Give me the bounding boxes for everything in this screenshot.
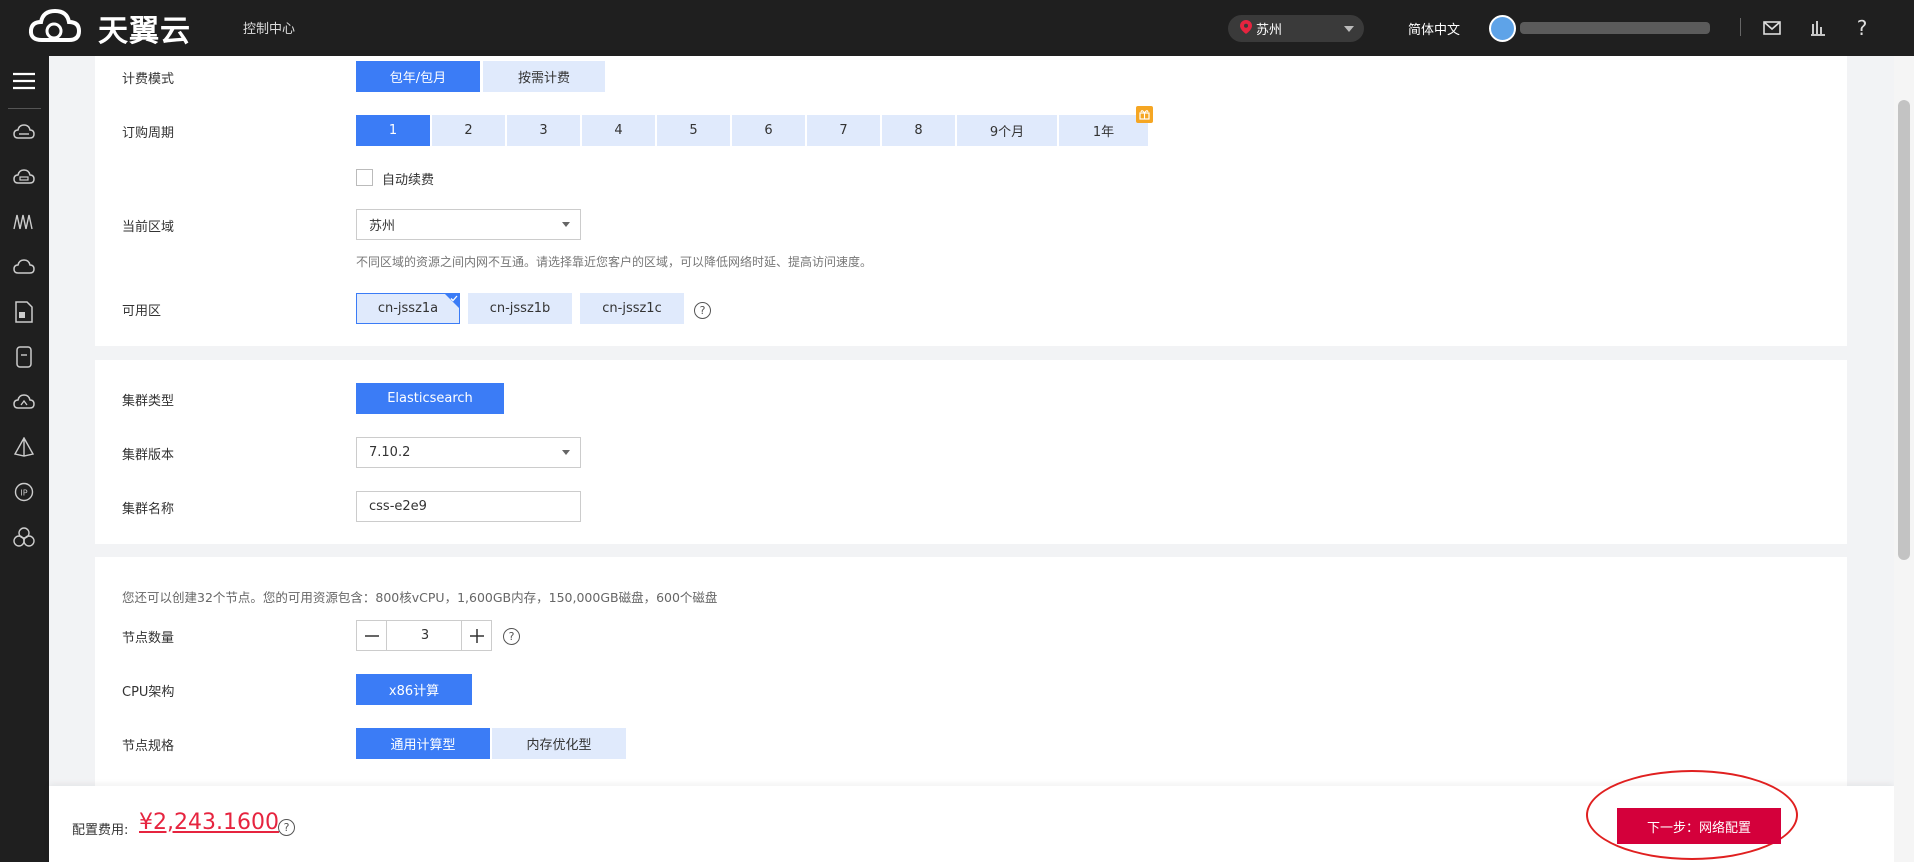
username-redacted — [1520, 22, 1710, 34]
disk-icon[interactable] — [10, 163, 38, 191]
top-navigation-bar: 天翼云 控制中心 苏州 简体中文 ? — [0, 0, 1914, 56]
cluster-type-label: 集群类型 — [122, 394, 175, 409]
period-option[interactable]: 2 — [432, 115, 505, 146]
az-option[interactable]: cn-jssz1b — [468, 293, 572, 324]
cloud-icon[interactable] — [10, 253, 38, 281]
svg-text:IP: IP — [20, 489, 27, 498]
cluster-name-value: css-e2e9 — [369, 499, 427, 514]
period-option[interactable]: 8 — [882, 115, 955, 146]
menu-icon[interactable] — [10, 67, 38, 95]
cluster-version-value: 7.10.2 — [369, 445, 411, 460]
footer-bar: 配置费用: ¥2,243.1600 ? 下一步：网络配置 — [49, 770, 1894, 862]
sidebar: IP — [0, 56, 49, 862]
resource-quota-text: 您还可以创建32个节点。您的可用资源包含：800核vCPU，1,600GB内存，… — [122, 590, 718, 605]
node-count-stepper: 3 — [356, 620, 492, 651]
period-option[interactable]: 9个月 — [957, 115, 1057, 146]
period-option[interactable]: 3 — [507, 115, 580, 146]
cloud-server-icon[interactable] — [10, 118, 38, 146]
az-option[interactable]: cn-jssz1c — [580, 293, 684, 324]
cpu-arch-label: CPU架构 — [122, 685, 175, 700]
logo-text: 天翼云 — [98, 14, 191, 49]
chevron-down-icon — [1344, 26, 1354, 32]
cluster-card: 集群类型 Elasticsearch 集群版本 7.10.2 集群名称 css-… — [95, 360, 1847, 544]
location-pin-icon — [1240, 19, 1252, 38]
avatar[interactable] — [1489, 15, 1516, 42]
mail-icon[interactable] — [1760, 16, 1784, 40]
region-select-value: 苏州 — [369, 219, 396, 234]
nodes-card: 您还可以创建32个节点。您的可用资源包含：800核vCPU，1,600GB内存，… — [95, 557, 1847, 786]
billing-mode-label: 计费模式 — [122, 72, 175, 87]
storage-icon[interactable] — [10, 343, 38, 371]
ip-icon[interactable]: IP — [10, 478, 38, 506]
fee-label: 配置费用: — [72, 823, 129, 838]
billing-card: 计费模式 包年/包月 按需计费 订购周期 1 2 3 4 5 6 7 8 9个月… — [95, 56, 1847, 346]
chevron-down-icon — [562, 450, 570, 455]
region-value: 苏州 — [1256, 23, 1283, 38]
divider — [8, 108, 41, 109]
period-option[interactable]: 5 — [657, 115, 730, 146]
main-content: 计费模式 包年/包月 按需计费 订购周期 1 2 3 4 5 6 7 8 9个月… — [49, 56, 1894, 786]
network-icon[interactable] — [10, 208, 38, 236]
scrollbar[interactable] — [1894, 56, 1914, 862]
cpu-arch-x86-button[interactable]: x86计算 — [356, 674, 472, 705]
az-option-label: cn-jssz1a — [377, 301, 439, 316]
cluster-name-input[interactable]: css-e2e9 — [356, 491, 581, 522]
help-icon[interactable]: ? — [694, 302, 711, 319]
logo[interactable]: 天翼云 — [28, 6, 191, 50]
period-label: 订购周期 — [122, 126, 175, 141]
chevron-down-icon — [562, 222, 570, 227]
divider — [1740, 18, 1741, 36]
console-link[interactable]: 控制中心 — [243, 18, 295, 37]
period-option[interactable]: 1 — [356, 115, 430, 146]
region-select[interactable]: 苏州 — [356, 209, 581, 240]
cluster-icon[interactable] — [10, 523, 38, 551]
az-label: 可用区 — [122, 304, 162, 319]
region-label: 当前区域 — [122, 220, 175, 235]
node-count-value[interactable]: 3 — [387, 621, 463, 650]
billing-mode-prepaid-button[interactable]: 包年/包月 — [356, 61, 480, 92]
fee-value: ¥2,243.1600 — [139, 810, 279, 835]
cloud-logo-icon — [28, 6, 92, 50]
help-icon[interactable]: ? — [503, 628, 520, 645]
node-spec-label: 节点规格 — [122, 739, 175, 754]
region-hint: 不同区域的资源之间内网不互通。请选择靠近您客户的区域，可以降低网络时延、提高访问… — [356, 255, 873, 269]
node-spec-general-button[interactable]: 通用计算型 — [356, 728, 490, 759]
auto-renew-checkbox[interactable] — [356, 169, 373, 186]
check-icon — [450, 295, 458, 302]
cloud-sync-icon[interactable] — [10, 388, 38, 416]
cluster-version-select[interactable]: 7.10.2 — [356, 437, 581, 468]
document-icon[interactable] — [10, 298, 38, 326]
period-option[interactable]: 6 — [732, 115, 805, 146]
next-network-config-button[interactable]: 下一步：网络配置 — [1617, 808, 1781, 844]
help-icon[interactable]: ? — [278, 819, 295, 836]
help-icon[interactable]: ? — [1850, 16, 1874, 40]
cluster-type-elasticsearch-button[interactable]: Elasticsearch — [356, 383, 504, 414]
plus-icon[interactable] — [461, 621, 491, 650]
billing-mode-ondemand-button[interactable]: 按需计费 — [483, 61, 605, 92]
pyramid-icon[interactable] — [10, 433, 38, 461]
node-spec-memory-button[interactable]: 内存优化型 — [492, 728, 626, 759]
language-switcher[interactable]: 简体中文 — [1408, 19, 1460, 38]
node-count-label: 节点数量 — [122, 631, 175, 646]
cluster-version-label: 集群版本 — [122, 448, 175, 463]
region-selector[interactable]: 苏州 — [1228, 15, 1364, 42]
az-option-selected[interactable]: cn-jssz1a — [356, 293, 460, 324]
period-option[interactable]: 7 — [807, 115, 880, 146]
period-option[interactable]: 1年 — [1059, 115, 1148, 146]
period-option[interactable]: 4 — [582, 115, 655, 146]
bar-chart-icon[interactable] — [1806, 16, 1830, 40]
auto-renew-label: 自动续费 — [382, 173, 435, 188]
scrollbar-thumb[interactable] — [1898, 100, 1910, 560]
minus-icon[interactable] — [357, 621, 387, 650]
cluster-name-label: 集群名称 — [122, 502, 175, 517]
gift-icon — [1136, 106, 1153, 123]
